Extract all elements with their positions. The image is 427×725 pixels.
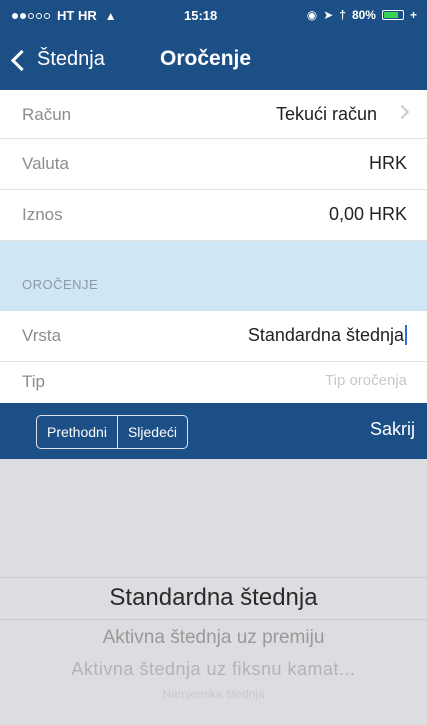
tip-row[interactable]: Tip Tip oročenja (0, 362, 427, 392)
vrsta-field[interactable]: Standardna štednja (248, 325, 407, 346)
battery-icon (381, 10, 404, 20)
racun-value: Tekući račun (275, 104, 377, 124)
location-icon: ➤ (323, 8, 334, 22)
iznos-label: Iznos (22, 205, 63, 224)
hide-button[interactable]: Sakrij (370, 419, 415, 440)
status-bar: HT HR ▲ 15:18 ◉ ➤ † 80% + (0, 0, 427, 30)
bluetooth-icon: † (339, 8, 346, 22)
text-cursor (405, 325, 407, 345)
signal-strength-icon (12, 12, 50, 19)
chevron-left-icon (10, 49, 33, 71)
section-header-orocenje: OROČENJE (0, 241, 427, 311)
valuta-value: HRK (368, 153, 407, 173)
back-button[interactable]: Štednja (10, 48, 105, 71)
rotation-lock-icon: ◉ (306, 8, 318, 22)
racun-row[interactable]: Račun Tekući račun (0, 90, 427, 139)
top-bar: HT HR ▲ 15:18 ◉ ➤ † 80% + Štednja Oročen… (0, 0, 427, 90)
iznos-row[interactable]: Iznos 0,00 HRK (0, 190, 427, 241)
charging-icon: + (409, 8, 417, 22)
back-button-label: Štednja (37, 48, 105, 70)
picker-option[interactable]: Aktivna štednja uz premiju (0, 627, 427, 649)
picker-selection-line-bottom (0, 619, 427, 620)
section-header-label: OROČENJE (22, 277, 99, 292)
picker-option[interactable]: Aktivna štednja uz fiksnu kamat... (0, 659, 427, 680)
wifi-icon: ▲ (104, 8, 117, 23)
page-title: Oročenje (160, 47, 252, 70)
vrsta-value: Standardna štednja (247, 325, 404, 345)
prev-button[interactable]: Prethodni (37, 416, 117, 448)
valuta-row[interactable]: Valuta HRK (0, 139, 427, 190)
prev-next-segment: Prethodni Sljedeći (36, 415, 188, 449)
battery-percent: 80% (351, 8, 376, 22)
keyboard-toolbar: Prethodni Sljedeći Sakrij (0, 403, 427, 459)
picker-option[interactable]: Namjenska štednja (0, 687, 427, 701)
carrier-name: HT HR (57, 8, 97, 23)
status-time: 15:18 (184, 8, 218, 23)
picker-selection-line-top (0, 577, 427, 578)
navigation-bar: Štednja Oročenje (0, 30, 427, 90)
vrsta-label: Vrsta (22, 326, 62, 345)
tip-placeholder: Tip oročenja (325, 372, 407, 389)
chevron-right-icon (394, 104, 410, 120)
option-picker[interactable]: Standardna štednja Aktivna štednja uz pr… (0, 459, 427, 725)
racun-label: Račun (22, 105, 72, 124)
next-button[interactable]: Sljedeći (116, 416, 187, 448)
tip-label: Tip (22, 372, 45, 391)
form: Račun Tekući račun Valuta HRK Iznos 0,00… (0, 90, 427, 392)
iznos-value: 0,00 HRK (328, 204, 407, 224)
vrsta-row[interactable]: Vrsta Standardna štednja (0, 311, 427, 362)
picker-option-selected[interactable]: Standardna štednja (0, 584, 427, 612)
valuta-label: Valuta (22, 154, 69, 173)
